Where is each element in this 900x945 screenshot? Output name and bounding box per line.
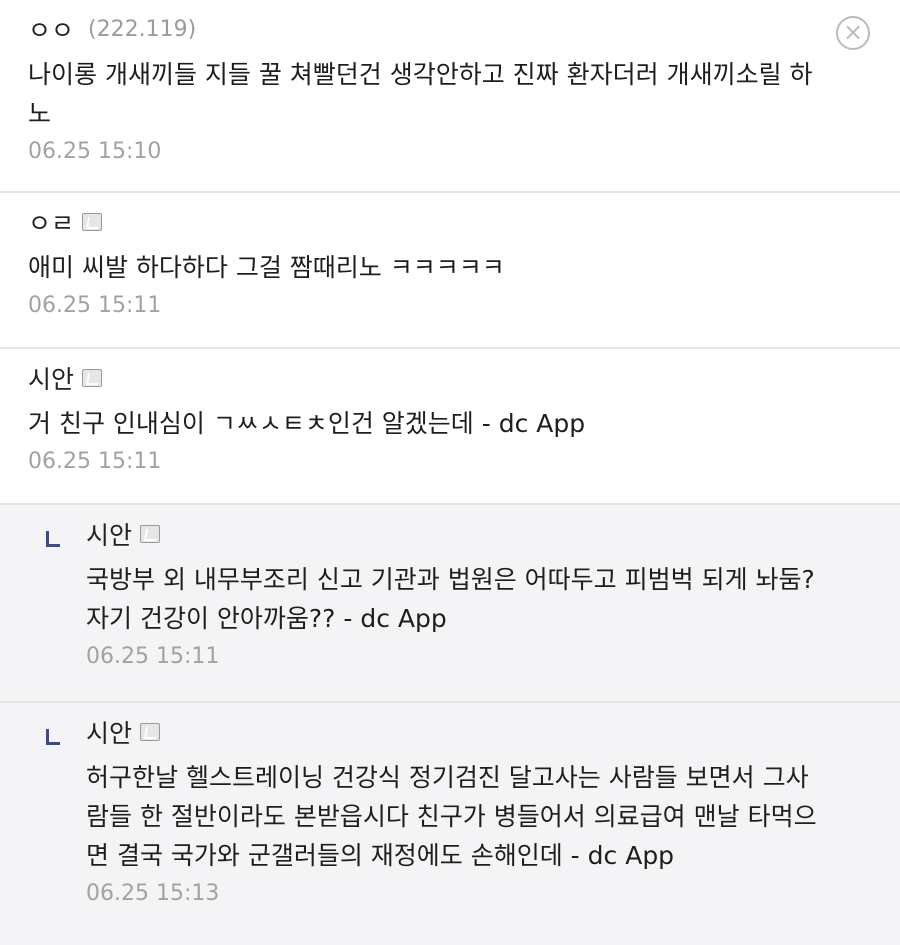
comment-text: 국방부 외 내무부조리 신고 기관과 법원은 어따두고 피범벅 되게 놔둠? 자… xyxy=(86,565,815,633)
comment-header: ㅇㄹ xyxy=(28,205,870,239)
comment-timestamp: 06.25 15:11 xyxy=(28,293,162,318)
fixed-nick-icon xyxy=(82,369,103,387)
comment-item: ㅇㅇ (222.119) × 나이롱 개새끼들 지들 꿀 쳐빨던건 생각안하고 … xyxy=(0,0,900,193)
comment-nickname[interactable]: ㅇㄹ xyxy=(28,204,74,240)
reply-arrow-icon xyxy=(46,531,60,547)
fixed-nick-icon xyxy=(140,525,161,543)
fixed-nick-icon xyxy=(140,723,161,741)
fixed-nick-icon xyxy=(82,213,103,231)
reply-arrow-icon xyxy=(46,729,60,745)
reply-item: 시안 국방부 외 내무부조리 신고 기관과 법원은 어따두고 피범벅 되게 놔둠… xyxy=(0,505,900,703)
comment-timestamp: 06.25 15:11 xyxy=(28,449,162,474)
comment-header: 시안 xyxy=(86,517,870,551)
comment-timestamp: 06.25 15:10 xyxy=(28,139,162,164)
comment-ip: (222.119) xyxy=(88,16,197,42)
comment-item: ㅇㄹ 애미 씨발 하다하다 그걸 짬때리노 ㅋㅋㅋㅋㅋ 06.25 15:11 xyxy=(0,193,900,349)
comment-text: 나이롱 개새끼들 지들 꿀 쳐빨던건 생각안하고 진짜 환자더러 개새끼소릴 하… xyxy=(28,60,813,128)
comment-list: ㅇㅇ (222.119) × 나이롱 개새끼들 지들 꿀 쳐빨던건 생각안하고 … xyxy=(0,0,900,945)
reply-item: 시안 허구한날 헬스트레이닝 건강식 정기검진 달고사는 사람들 보면서 그사 … xyxy=(0,703,900,945)
comment-nickname[interactable]: 시안 xyxy=(86,714,132,750)
comment-nickname[interactable]: 시안 xyxy=(86,516,132,552)
comment-header: ㅇㅇ (222.119) xyxy=(28,12,870,46)
close-icon[interactable]: × xyxy=(836,16,870,50)
comment-nickname[interactable]: ㅇㅇ xyxy=(28,11,74,47)
comment-nickname[interactable]: 시안 xyxy=(28,360,74,396)
comment-item: 시안 거 친구 인내심이 ㄱㅆㅅㅌㅊ인건 알겠는데 - dc App 06.25… xyxy=(0,349,900,505)
comment-timestamp: 06.25 15:13 xyxy=(86,881,220,906)
comment-header: 시안 xyxy=(86,715,870,749)
comment-text: 애미 씨발 하다하다 그걸 짬때리노 ㅋㅋㅋㅋㅋ xyxy=(28,253,505,282)
comment-timestamp: 06.25 15:11 xyxy=(86,644,220,669)
comment-header: 시안 xyxy=(28,361,870,395)
comment-text: 거 친구 인내심이 ㄱㅆㅅㅌㅊ인건 알겠는데 - dc App xyxy=(28,409,586,438)
comment-text: 허구한날 헬스트레이닝 건강식 정기검진 달고사는 사람들 보면서 그사 람들 … xyxy=(86,763,817,870)
